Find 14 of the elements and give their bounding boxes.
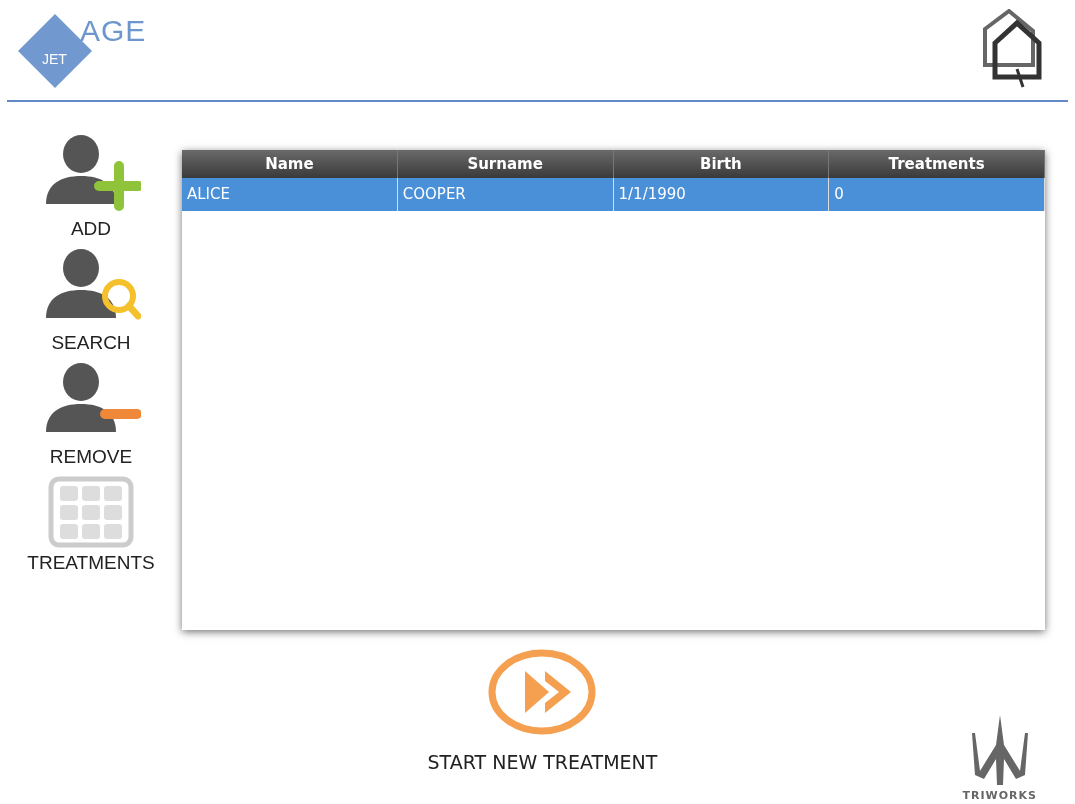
sidebar-item[interactable]: TREATMENTS [27, 476, 155, 574]
start-treatment-button[interactable]: START NEW TREATMENT [421, 648, 664, 778]
table-cell: 0 [829, 178, 1045, 211]
logo-text: AGE [80, 16, 147, 46]
table-cell: ALICE [182, 178, 398, 211]
grid-icon [48, 476, 134, 548]
logo-text: JET [42, 52, 67, 66]
brand-logo: TRIWORKS [962, 715, 1037, 802]
table-cell: 1/1/1990 [613, 178, 830, 211]
table-cell: COOPER [397, 178, 614, 211]
sidebar-item[interactable]: SEARCH [41, 248, 141, 354]
sidebar-item[interactable]: ADD [41, 134, 141, 240]
fast-forward-icon [487, 649, 598, 735]
sidebar-item[interactable]: REMOVE [41, 362, 141, 468]
